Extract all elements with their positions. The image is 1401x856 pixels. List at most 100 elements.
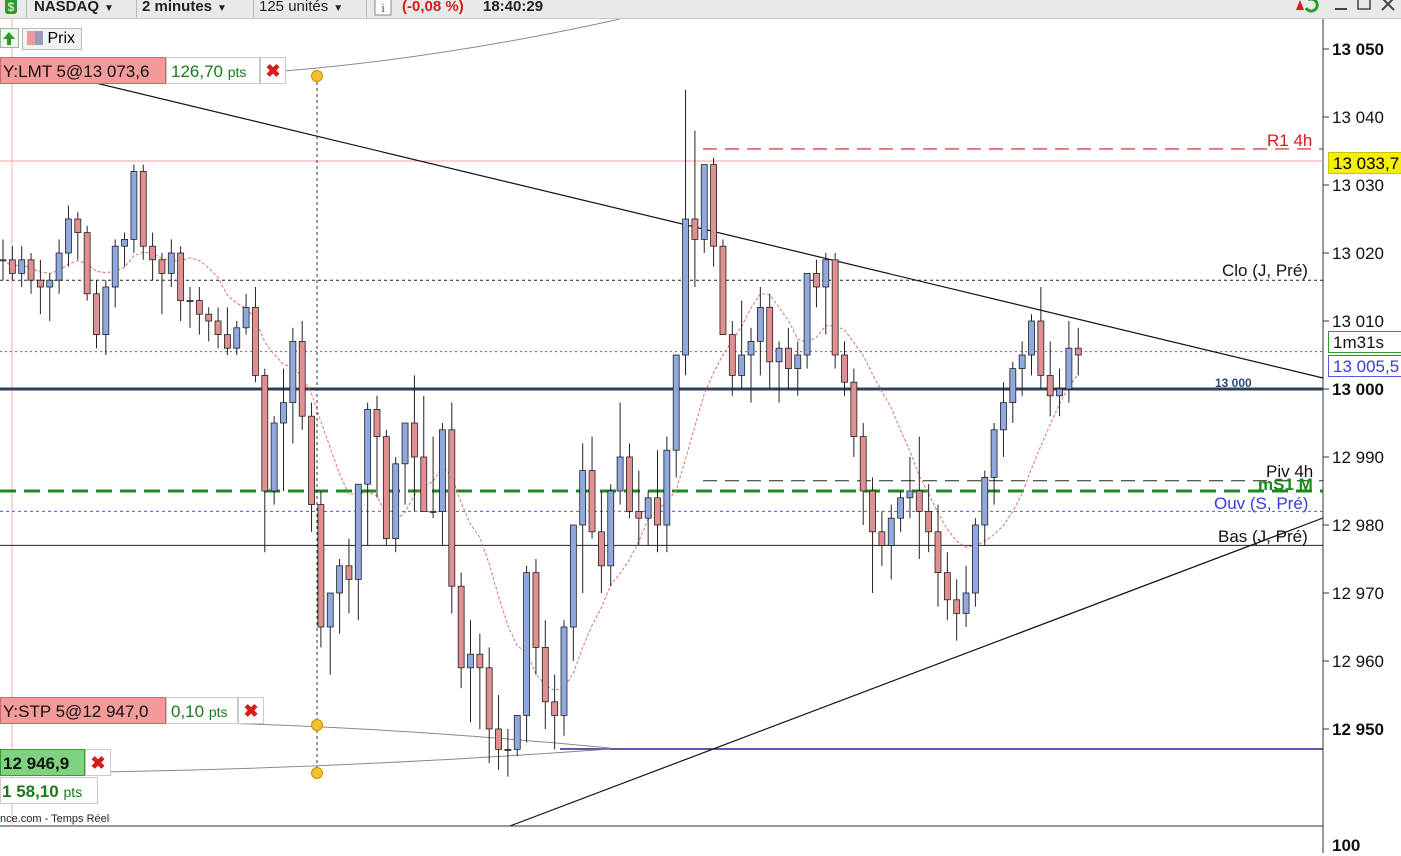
candle-body <box>205 313 213 322</box>
y-tick: 13 020 <box>1332 244 1384 263</box>
cancel-order-icon[interactable]: ✖ <box>238 697 264 724</box>
candle-body <box>410 422 418 458</box>
symbol-selector[interactable]: NASDAQ ▼ <box>34 0 114 18</box>
candle-body <box>149 245 157 261</box>
candle-body <box>74 218 82 233</box>
position-pnl-value: 58,10 <box>16 782 59 801</box>
candle <box>813 259 820 308</box>
candle-body <box>635 510 643 519</box>
candle-body <box>943 572 951 601</box>
candle <box>541 620 549 729</box>
close-icon[interactable] <box>1380 0 1396 18</box>
candle <box>1000 382 1007 457</box>
candle-body <box>261 374 269 492</box>
candle-body <box>532 572 540 648</box>
candle <box>1009 361 1017 423</box>
candle-body <box>831 259 839 356</box>
candle-body <box>794 354 802 370</box>
candle-body <box>1046 374 1054 397</box>
order-points-value: 126,70 <box>171 62 223 81</box>
candle-body <box>364 408 372 485</box>
candle <box>663 436 671 553</box>
candle-body <box>513 715 521 750</box>
candle-body <box>915 490 923 512</box>
candle <box>111 239 119 308</box>
level-open-label: Ouv (S, Pré) <box>1214 494 1309 513</box>
candle <box>130 164 138 253</box>
candle-body <box>298 340 306 417</box>
candle <box>887 504 895 580</box>
candle-body <box>981 476 989 526</box>
candle-body <box>682 218 689 356</box>
cancel-order-icon[interactable]: ✖ <box>260 57 286 84</box>
candle <box>485 647 493 763</box>
candle <box>700 164 708 253</box>
candle <box>223 307 231 355</box>
y-tick: 12 960 <box>1332 652 1384 671</box>
candle-body <box>93 293 100 335</box>
candle <box>579 443 587 593</box>
candle-body <box>186 300 194 303</box>
y-tick: 13 040 <box>1332 108 1384 127</box>
candle-body <box>569 524 577 628</box>
candle <box>523 565 530 743</box>
candle <box>719 239 727 335</box>
candle <box>1046 341 1054 417</box>
candle-body <box>139 170 147 247</box>
interval-selector[interactable]: 2 minutes ▼ <box>142 0 227 18</box>
candle <box>252 287 259 383</box>
candle <box>1056 368 1063 417</box>
candle <box>401 422 409 505</box>
candle-body <box>607 490 615 567</box>
candle-body <box>18 259 26 274</box>
candle <box>850 368 858 457</box>
y-tick: 12 950 <box>1332 720 1384 739</box>
candle-body <box>457 585 465 669</box>
candle <box>495 695 502 770</box>
price-chart[interactable] <box>0 19 1401 853</box>
candle <box>878 511 886 566</box>
candle <box>897 491 904 532</box>
y-tick: 13 010 <box>1332 312 1384 331</box>
expand-arrow-icon[interactable] <box>0 28 19 48</box>
candle-body <box>102 286 110 335</box>
level-round-label: 13 000 <box>1215 376 1252 390</box>
last-price-badge: 13 033,7 <box>1328 152 1401 174</box>
candle-body <box>803 272 811 356</box>
candle-body <box>46 279 54 288</box>
order-points: 126,70 pts <box>166 57 260 84</box>
candle-body <box>223 334 231 349</box>
candle-body <box>158 259 166 274</box>
change-percent: (-0,08 %) <box>402 0 464 15</box>
info-icon[interactable]: i <box>374 0 392 18</box>
candle-body <box>1028 320 1035 356</box>
candle-body <box>728 334 736 376</box>
candle <box>822 253 830 335</box>
candle <box>298 321 306 430</box>
candle-body <box>467 653 474 669</box>
candle <box>186 287 194 328</box>
candle-body <box>598 531 605 567</box>
candle-body <box>214 320 222 336</box>
candle <box>925 484 933 553</box>
candle <box>214 307 222 349</box>
candle <box>55 239 63 294</box>
position-pnl-unit: pts <box>63 784 83 800</box>
candle <box>74 212 82 260</box>
candle <box>37 259 44 315</box>
candle-body <box>130 170 138 240</box>
candle <box>93 280 100 349</box>
candle-body <box>326 592 334 628</box>
candle-body <box>626 456 633 512</box>
refresh-icon[interactable] <box>1290 0 1320 18</box>
minimize-icon[interactable] <box>1333 0 1349 18</box>
interval-label: 2 minutes <box>142 0 213 15</box>
legend-price[interactable]: Prix <box>22 28 83 50</box>
candle <box>691 130 699 287</box>
moving-average-line <box>2 251 1079 691</box>
trendline-down <box>0 59 1324 379</box>
units-selector[interactable]: 125 unités ▼ <box>259 0 343 18</box>
app-logo-icon: $ <box>4 0 18 18</box>
maximize-icon[interactable] <box>1356 0 1372 18</box>
close-position-icon[interactable]: ✖ <box>85 749 111 776</box>
